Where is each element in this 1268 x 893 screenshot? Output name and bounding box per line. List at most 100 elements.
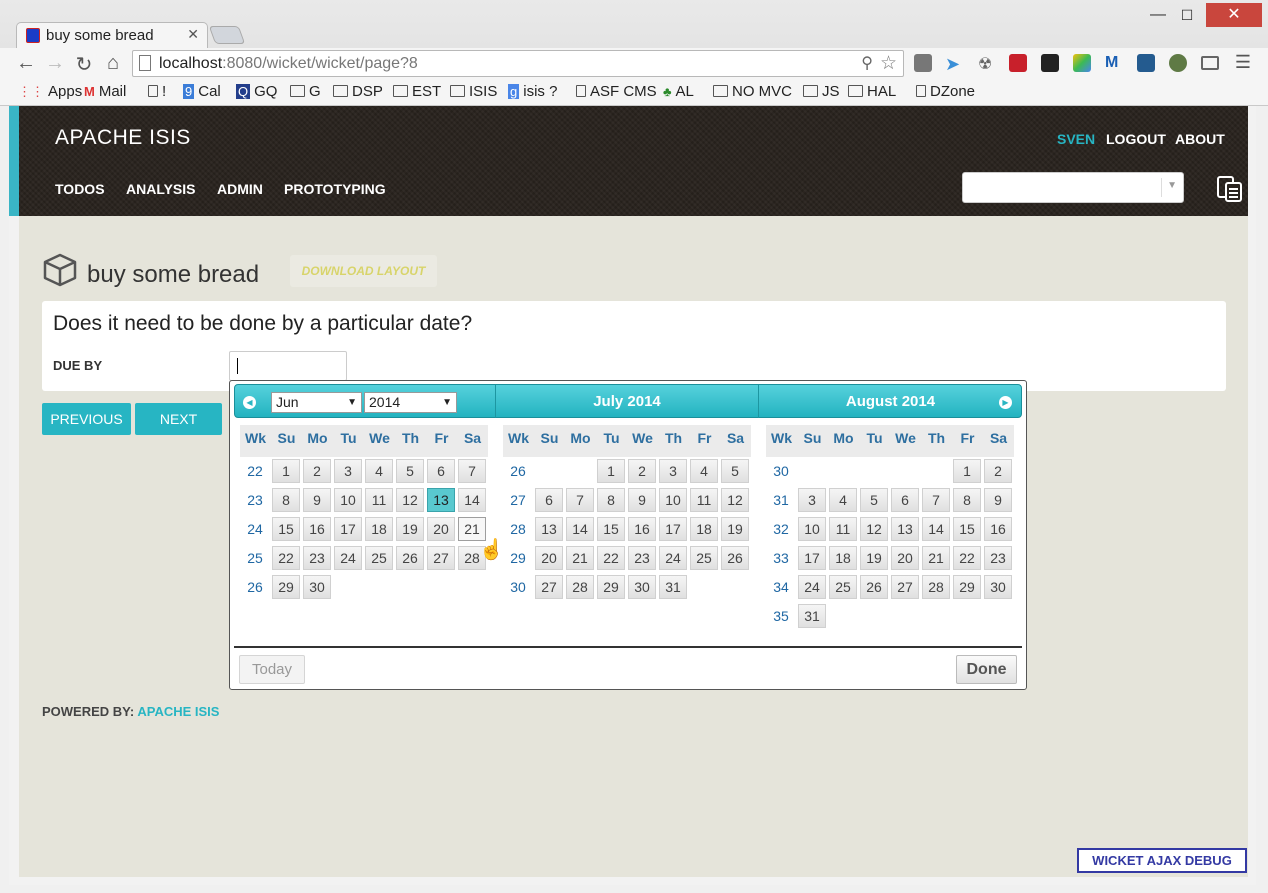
new-tab-button[interactable]: [208, 26, 246, 44]
forward-icon[interactable]: →: [44, 52, 66, 75]
day-cell[interactable]: 30: [984, 575, 1012, 599]
day-cell[interactable]: 3: [798, 488, 826, 512]
day-cell[interactable]: 3: [334, 459, 362, 483]
bookmark-asf-cms[interactable]: ASF CMS: [576, 83, 657, 100]
day-cell[interactable]: 22: [953, 546, 981, 570]
logout-link[interactable]: LOGOUT: [1106, 131, 1166, 147]
day-cell[interactable]: 12: [860, 517, 888, 541]
day-cell[interactable]: 19: [860, 546, 888, 570]
day-cell[interactable]: 5: [396, 459, 424, 483]
day-cell[interactable]: 31: [798, 604, 826, 628]
day-cell[interactable]: 20: [891, 546, 919, 570]
day-cell[interactable]: 25: [690, 546, 718, 570]
day-cell[interactable]: 27: [535, 575, 563, 599]
day-cell[interactable]: 6: [535, 488, 563, 512]
day-cell[interactable]: 8: [953, 488, 981, 512]
extension-s-icon[interactable]: [1137, 54, 1155, 72]
extension-bird-icon[interactable]: ➤: [945, 54, 963, 74]
day-cell[interactable]: 5: [721, 459, 749, 483]
bookmark-isis-q[interactable]: g isis ?: [508, 83, 557, 100]
day-cell[interactable]: 29: [272, 575, 300, 599]
download-layout-button[interactable]: DOWNLOAD LAYOUT: [290, 255, 437, 287]
day-cell[interactable]: 2: [303, 459, 331, 483]
previous-button[interactable]: PREVIOUS: [42, 403, 131, 435]
close-tab-icon[interactable]: ✕: [187, 26, 199, 43]
day-cell[interactable]: 28: [566, 575, 594, 599]
browser-tab[interactable]: buy some bread ✕: [16, 22, 208, 48]
extension-lastpass-icon[interactable]: [1009, 54, 1027, 72]
day-cell[interactable]: 24: [659, 546, 687, 570]
month-select[interactable]: Jun ▼: [271, 392, 362, 413]
menu-icon[interactable]: ☰: [1232, 52, 1254, 73]
day-cell[interactable]: 28: [922, 575, 950, 599]
bookmark-dzone[interactable]: DZone: [916, 83, 975, 100]
day-cell[interactable]: 12: [721, 488, 749, 512]
drive-icon[interactable]: [1073, 54, 1091, 72]
day-cell[interactable]: 10: [334, 488, 362, 512]
day-cell[interactable]: 14: [458, 488, 486, 512]
day-cell[interactable]: 27: [891, 575, 919, 599]
day-cell[interactable]: 10: [798, 517, 826, 541]
day-cell[interactable]: 23: [303, 546, 331, 570]
close-window-icon[interactable]: ✕: [1206, 3, 1262, 27]
day-cell[interactable]: 13: [427, 488, 455, 512]
user-menu[interactable]: SVEN: [1057, 131, 1095, 147]
day-cell[interactable]: 17: [659, 517, 687, 541]
day-cell[interactable]: 30: [628, 575, 656, 599]
day-cell[interactable]: 29: [597, 575, 625, 599]
day-cell[interactable]: 7: [458, 459, 486, 483]
day-cell[interactable]: 9: [303, 488, 331, 512]
day-cell[interactable]: 4: [829, 488, 857, 512]
day-cell[interactable]: 26: [860, 575, 888, 599]
day-cell[interactable]: 8: [272, 488, 300, 512]
app-brand[interactable]: APACHE ISIS: [55, 126, 191, 150]
day-cell[interactable]: 24: [334, 546, 362, 570]
day-cell[interactable]: 9: [984, 488, 1012, 512]
bookmark-bang[interactable]: !: [148, 83, 166, 100]
day-cell[interactable]: 17: [798, 546, 826, 570]
day-cell[interactable]: 23: [984, 546, 1012, 570]
bookmark-gq[interactable]: Q GQ: [236, 83, 277, 100]
extension-mail-icon[interactable]: M: [1105, 54, 1123, 72]
day-cell[interactable]: 19: [396, 517, 424, 541]
day-cell[interactable]: 1: [953, 459, 981, 483]
day-cell[interactable]: 18: [365, 517, 393, 541]
day-cell[interactable]: 31: [659, 575, 687, 599]
day-cell[interactable]: 12: [396, 488, 424, 512]
day-cell[interactable]: 21: [922, 546, 950, 570]
bookmark-js[interactable]: JS: [803, 83, 840, 100]
extension-brain-icon[interactable]: [1169, 54, 1187, 72]
home-icon[interactable]: ⌂: [102, 52, 124, 75]
maximize-icon[interactable]: ☐: [1177, 3, 1197, 27]
menu-todos[interactable]: TODOS: [55, 181, 105, 197]
done-button[interactable]: Done: [956, 655, 1017, 684]
today-button[interactable]: Today: [239, 655, 305, 684]
day-cell[interactable]: 26: [396, 546, 424, 570]
day-cell[interactable]: 24: [798, 575, 826, 599]
day-cell[interactable]: 13: [535, 517, 563, 541]
bookmark-isis[interactable]: ISIS: [450, 83, 497, 100]
day-cell[interactable]: 16: [984, 517, 1012, 541]
day-cell[interactable]: 15: [272, 517, 300, 541]
bookmark-est[interactable]: EST: [393, 83, 441, 100]
day-cell[interactable]: 1: [272, 459, 300, 483]
day-cell[interactable]: 23: [628, 546, 656, 570]
day-cell[interactable]: 29: [953, 575, 981, 599]
due-by-input[interactable]: [229, 351, 347, 381]
bookmark-mail[interactable]: M Mail: [84, 83, 126, 100]
minimize-icon[interactable]: —: [1148, 3, 1168, 27]
day-cell[interactable]: 26: [721, 546, 749, 570]
day-cell[interactable]: 11: [365, 488, 393, 512]
day-cell[interactable]: 14: [922, 517, 950, 541]
day-cell[interactable]: 16: [628, 517, 656, 541]
day-cell[interactable]: 3: [659, 459, 687, 483]
day-cell[interactable]: 7: [566, 488, 594, 512]
year-select[interactable]: 2014 ▼: [364, 392, 457, 413]
bookmarks-clipboard-icon[interactable]: [1216, 175, 1244, 203]
day-cell[interactable]: 18: [690, 517, 718, 541]
bookmark-cal[interactable]: 9 Cal: [183, 83, 221, 100]
day-cell[interactable]: 6: [891, 488, 919, 512]
bookmark-apps[interactable]: ⋮⋮ Apps: [18, 83, 82, 100]
day-cell[interactable]: 14: [566, 517, 594, 541]
day-cell[interactable]: 25: [829, 575, 857, 599]
